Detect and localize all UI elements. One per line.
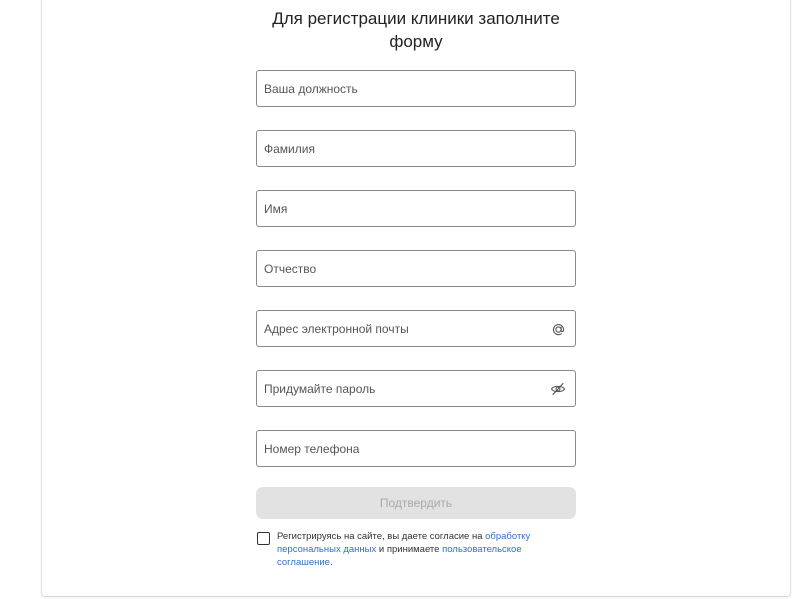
consent-text-after: . — [329, 557, 333, 568]
last-name-field[interactable] — [256, 130, 576, 167]
position-input[interactable] — [257, 71, 534, 106]
phone-input[interactable] — [257, 431, 534, 466]
password-field[interactable] — [256, 370, 576, 407]
patronymic-input[interactable] — [257, 251, 534, 286]
consent-text-middle: и принимаете — [376, 544, 443, 555]
first-name-field[interactable] — [256, 190, 576, 227]
consent-text-before: Регистрируясь на сайте, вы даете согласи… — [277, 531, 486, 542]
submit-button[interactable]: Подтвердить — [256, 487, 576, 519]
eye-off-icon[interactable] — [549, 380, 567, 398]
consent-text: Регистрируясь на сайте, вы даете согласи… — [277, 530, 567, 569]
at-icon — [549, 320, 567, 338]
email-input[interactable] — [257, 311, 534, 346]
last-name-input[interactable] — [257, 131, 534, 166]
first-name-input[interactable] — [257, 191, 534, 226]
form-title: Для регистрации клиники заполните форму — [272, 9, 560, 51]
registration-page: Для регистрации клиники заполните форму — [0, 0, 800, 599]
phone-field[interactable] — [256, 430, 576, 467]
password-input[interactable] — [257, 371, 534, 406]
patronymic-field[interactable] — [256, 250, 576, 287]
email-field[interactable] — [256, 310, 576, 347]
consent-checkbox[interactable] — [257, 532, 270, 545]
position-field[interactable] — [256, 70, 576, 107]
